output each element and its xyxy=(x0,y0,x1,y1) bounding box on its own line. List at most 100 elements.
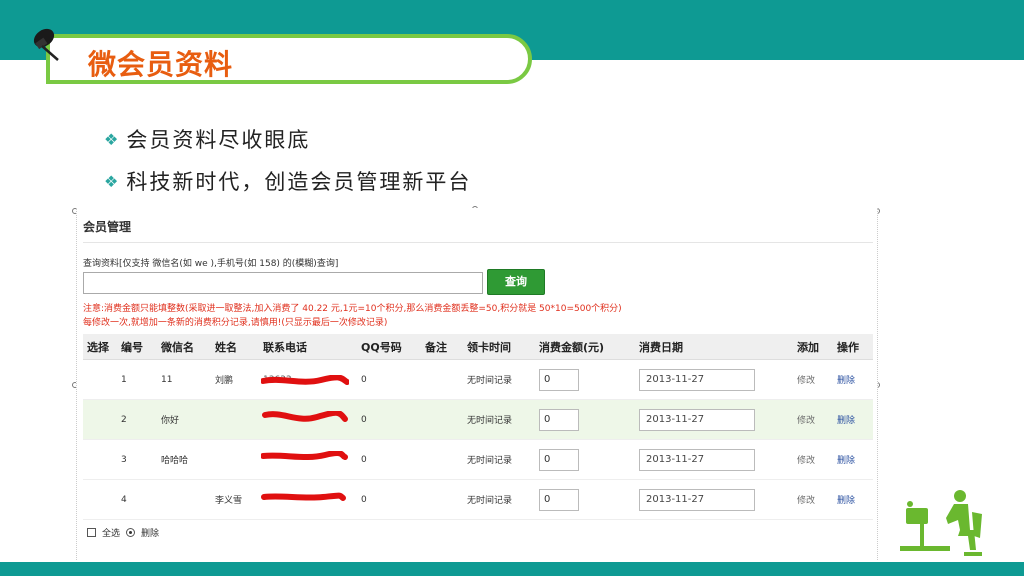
date-input[interactable]: 2013-11-27 xyxy=(639,448,755,471)
table-row: 2 你好 0 无时间记录 0 2013-11-27 修改 删除 xyxy=(83,400,873,440)
phone-cell xyxy=(259,451,357,468)
col-header: 领卡时间 xyxy=(467,340,511,354)
col-header: 消费日期 xyxy=(639,340,683,354)
col-header: 备注 xyxy=(425,340,447,354)
search-input[interactable] xyxy=(83,272,483,294)
add-cell: 修改 xyxy=(793,373,833,386)
qq-cell: 0 xyxy=(361,374,367,385)
phone-cell xyxy=(259,411,357,428)
bullet-text: 会员资料尽收眼底 xyxy=(126,128,311,152)
person-at-desk-icon xyxy=(900,490,982,556)
op-cell: 删除 xyxy=(833,453,873,466)
diamond-bullet-icon: ❖ xyxy=(104,129,121,149)
col-header: 姓名 xyxy=(215,340,237,354)
op-cell: 删除 xyxy=(833,373,873,386)
amount-cell: 0 xyxy=(535,448,635,471)
op-cell: 删除 xyxy=(833,493,873,506)
date-input[interactable]: 2013-11-27 xyxy=(639,368,755,391)
delete-link[interactable]: 删除 xyxy=(837,496,855,506)
col-header: 编号 xyxy=(121,340,143,354)
name-cell: 刘鹏 xyxy=(215,376,234,386)
table-header: 选择 编号 微信名 姓名 联系电话 QQ号码 备注 领卡时间 消费金额(元) 消… xyxy=(83,334,873,360)
notice-text: 注意:消费金额只能填整数(采取进一取整法,加入消费了 40.22 元,1元=10… xyxy=(83,302,873,330)
op-cell: 删除 xyxy=(833,413,873,426)
col-header: 消费金额(元) xyxy=(539,340,605,354)
amount-cell: 0 xyxy=(535,408,635,431)
bullet-item: ❖ 科技新时代，创造会员管理新平台 xyxy=(104,160,471,202)
redaction-scribble xyxy=(261,492,346,501)
bullet-item: ❖ 会员资料尽收眼底 xyxy=(104,118,471,160)
wechat-cell: 11 xyxy=(161,374,173,385)
bullet-text: 科技新时代，创造会员管理新平台 xyxy=(126,170,472,194)
amount-input[interactable]: 0 xyxy=(539,408,579,431)
bottom-band xyxy=(0,562,1024,576)
id-cell: 1 xyxy=(121,374,127,385)
id-cell: 4 xyxy=(121,494,127,505)
date-input[interactable]: 2013-11-27 xyxy=(639,408,755,431)
delete-link[interactable]: 删除 xyxy=(837,376,855,386)
date-cell: 2013-11-27 xyxy=(635,488,793,511)
col-header: 添加 xyxy=(797,340,819,354)
delete-label: 删除 xyxy=(141,529,160,539)
add-cell: 修改 xyxy=(793,453,833,466)
phone-cell: 13633 xyxy=(259,374,357,385)
qq-cell: 0 xyxy=(361,454,367,465)
delete-link[interactable]: 删除 xyxy=(837,456,855,466)
amount-cell: 0 xyxy=(535,488,635,511)
query-label: 查询资料[仅支持 微信名(如 we ),手机号(如 158) 的(模糊)查询] xyxy=(83,259,339,269)
amount-cell: 0 xyxy=(535,368,635,391)
qq-cell: 0 xyxy=(361,414,367,425)
pushpin-icon xyxy=(33,28,59,61)
member-management-title: 会员管理 xyxy=(83,220,132,234)
table-row: 4 李义雪 0 无时间记录 0 2013-11-27 修改 删除 xyxy=(83,480,873,520)
col-header: QQ号码 xyxy=(361,340,402,354)
bullet-list: ❖ 会员资料尽收眼底 ❖ 科技新时代，创造会员管理新平台 xyxy=(104,118,471,202)
phone-cell xyxy=(259,491,357,508)
notice-line: 每修改一次,就增加一条新的消费积分记录,请慎用!(只显示最后一次修改记录) xyxy=(83,318,388,328)
add-cell: 修改 xyxy=(793,413,833,426)
title-banner: 微会员资料 xyxy=(46,34,532,84)
table-row: 1 11 刘鹏 13633 0 无时间记录 0 2013-11-27 修改 删除 xyxy=(83,360,873,400)
card-time-cell: 无时间记录 xyxy=(467,416,513,426)
qq-cell: 0 xyxy=(361,494,367,505)
edit-link[interactable]: 修改 xyxy=(797,376,815,386)
card-time-cell: 无时间记录 xyxy=(467,456,513,466)
col-header: 微信名 xyxy=(161,340,194,354)
diamond-bullet-icon: ❖ xyxy=(104,171,121,191)
redaction-scribble xyxy=(262,411,348,422)
notice-line: 注意:消费金额只能填整数(采取进一取整法,加入消费了 40.22 元,1元=10… xyxy=(83,304,622,314)
delete-radio[interactable] xyxy=(126,528,136,537)
redaction-scribble xyxy=(261,374,349,385)
wechat-cell: 你好 xyxy=(161,416,180,426)
amount-input[interactable]: 0 xyxy=(539,448,579,471)
table-row: 3 哈哈哈 0 无时间记录 0 2013-11-27 修改 删除 xyxy=(83,440,873,480)
col-header: 操作 xyxy=(837,340,859,354)
date-cell: 2013-11-27 xyxy=(635,448,793,471)
add-cell: 修改 xyxy=(793,493,833,506)
col-header: 联系电话 xyxy=(263,340,307,354)
amount-input[interactable]: 0 xyxy=(539,488,579,511)
query-button[interactable]: 查询 xyxy=(487,269,545,295)
delete-link[interactable]: 删除 xyxy=(837,416,855,426)
card-time-cell: 无时间记录 xyxy=(467,496,513,506)
date-cell: 2013-11-27 xyxy=(635,408,793,431)
edit-link[interactable]: 修改 xyxy=(797,496,815,506)
card-time-cell: 无时间记录 xyxy=(467,376,513,386)
table-footer: 全选 删除 xyxy=(87,526,159,539)
redaction-scribble xyxy=(261,451,348,460)
divider xyxy=(83,242,873,243)
id-cell: 2 xyxy=(121,414,127,425)
select-all-label: 全选 xyxy=(102,529,121,539)
col-header: 选择 xyxy=(87,340,109,354)
select-all-checkbox[interactable] xyxy=(87,528,96,537)
amount-input[interactable]: 0 xyxy=(539,368,579,391)
name-cell: 李义雪 xyxy=(215,496,243,506)
edit-link[interactable]: 修改 xyxy=(797,416,815,426)
date-input[interactable]: 2013-11-27 xyxy=(639,488,755,511)
wechat-cell: 哈哈哈 xyxy=(161,456,189,466)
slide-title: 微会员资料 xyxy=(88,48,234,81)
id-cell: 3 xyxy=(121,454,127,465)
date-cell: 2013-11-27 xyxy=(635,368,793,391)
embedded-screenshot: 会员管理 查询资料[仅支持 微信名(如 we ),手机号(如 158) 的(模糊… xyxy=(76,208,878,560)
edit-link[interactable]: 修改 xyxy=(797,456,815,466)
